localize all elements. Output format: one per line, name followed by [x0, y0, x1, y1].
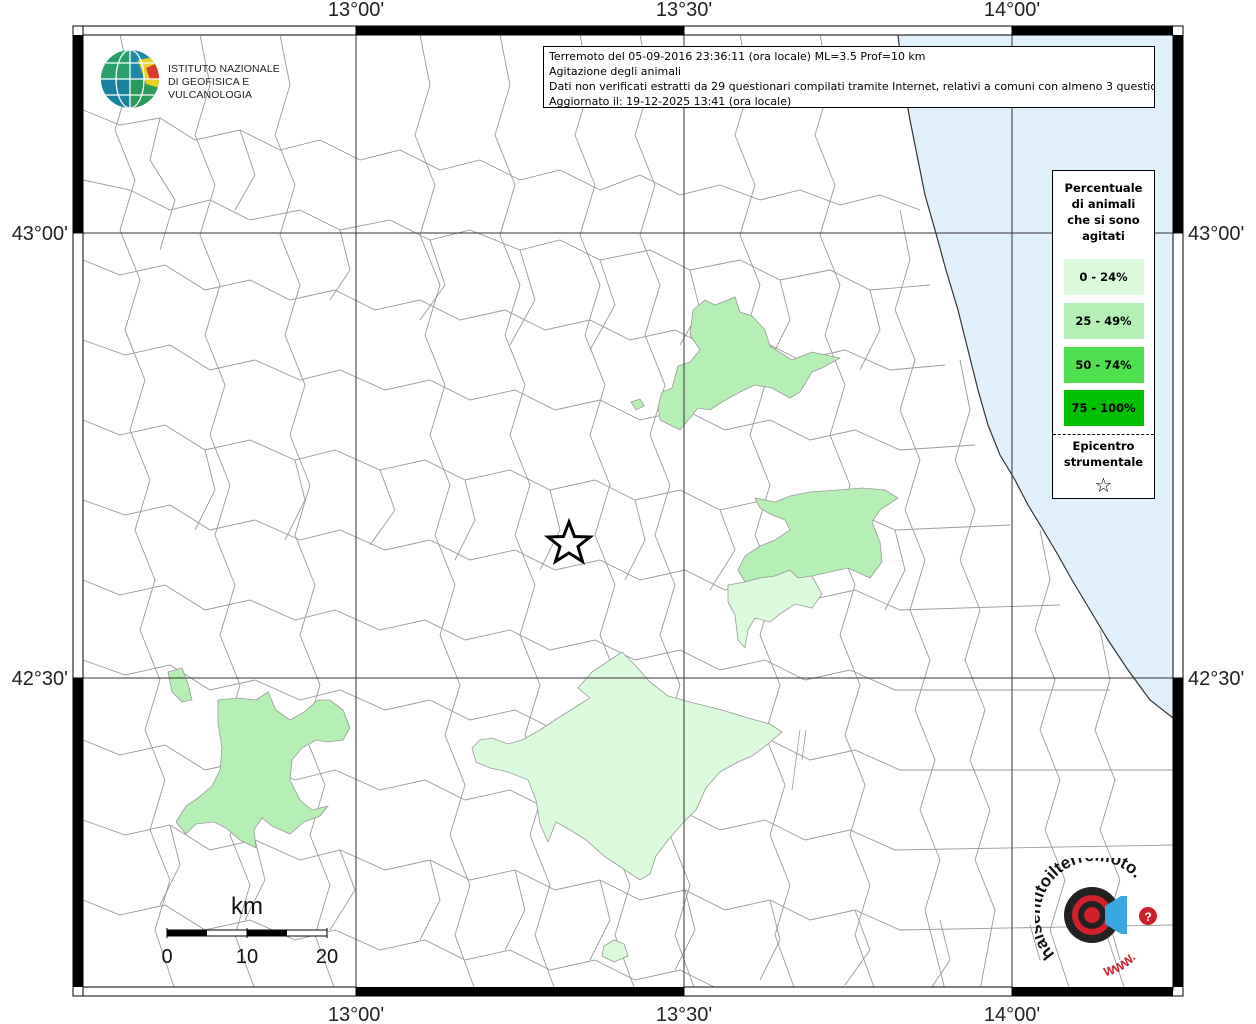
- haisentitoilterremoto-icon: haisentitoilterremoto.it WWW. ?: [1025, 843, 1157, 979]
- legend-epicenter-line1: Epicentro: [1072, 439, 1135, 453]
- legend-star-icon: ☆: [1094, 473, 1113, 497]
- ingv-name-line2: DI GEOFISICA E VULCANOLOGIA: [168, 76, 253, 101]
- scale-bar-unit: km: [231, 893, 263, 920]
- ingv-globe-icon: [101, 50, 159, 108]
- legend: Percentuale di animali che si sono agita…: [1052, 170, 1155, 499]
- axis-label-right-4300: 43°00': [1188, 223, 1244, 245]
- haisentitoilterremoto-logo: haisentitoilterremoto.it WWW. ?: [1025, 843, 1170, 986]
- legend-title-line2: di animali: [1071, 197, 1136, 211]
- axis-label-bottom-1300: 13°00': [328, 1004, 384, 1024]
- legend-title: Percentuale di animali che si sono agita…: [1053, 180, 1154, 244]
- scale-bar-tick-20: 20: [316, 946, 338, 968]
- event-info-line2: Agitazione degli animali: [549, 65, 682, 78]
- axis-label-left-4230: 42°30': [12, 668, 68, 690]
- scale-bar-tick-0: 0: [161, 946, 172, 968]
- axis-label-bottom-1330: 13°30': [656, 1004, 712, 1024]
- legend-separator: [1053, 434, 1154, 435]
- legend-item-50-74: 50 - 74%: [1063, 347, 1144, 383]
- legend-item-25-49: 25 - 49%: [1063, 303, 1144, 339]
- legend-item-0-24: 0 - 24%: [1063, 259, 1144, 295]
- axis-label-left-4300: 43°00': [12, 223, 68, 245]
- event-info-line3: Dati non verificati estratti da 29 quest…: [549, 80, 1155, 93]
- axis-label-right-4230: 42°30': [1188, 668, 1244, 690]
- legend-epicenter-label: Epicentro strumentale: [1053, 438, 1154, 470]
- event-info-line4: Aggiornato il: 19-12-2025 13:41 (ora loc…: [549, 95, 792, 108]
- axis-label-bottom-1400: 14°00': [984, 1004, 1040, 1024]
- legend-title-line4: agitati: [1082, 229, 1125, 243]
- legend-epicenter-line2: strumentale: [1063, 455, 1144, 469]
- legend-title-line3: che si sono: [1067, 213, 1140, 227]
- svg-text:WWW.: WWW.: [1102, 951, 1138, 979]
- axis-label-top-1400: 14°00': [984, 0, 1040, 21]
- axis-label-top-1300: 13°00': [328, 0, 384, 21]
- ingv-name: ISTITUTO NAZIONALE DI GEOFISICA E VULCAN…: [168, 63, 310, 102]
- legend-item-75-100: 75 - 100%: [1063, 390, 1144, 426]
- scale-bar-tick-10: 10: [236, 946, 258, 968]
- hst-logo-url: WWW.: [1102, 951, 1138, 979]
- axis-label-top-1330: 13°30': [656, 0, 712, 21]
- event-info-line1: Terremoto del 05-09-2016 23:36:11 (ora l…: [549, 50, 926, 63]
- legend-title-line1: Percentuale: [1064, 181, 1143, 195]
- event-info-box: Terremoto del 05-09-2016 23:36:11 (ora l…: [543, 46, 1155, 108]
- ingv-logo: ISTITUTO NAZIONALE DI GEOFISICA E VULCAN…: [100, 48, 310, 110]
- ingv-name-line1: ISTITUTO NAZIONALE: [168, 63, 280, 75]
- svg-text:?: ?: [1144, 910, 1151, 924]
